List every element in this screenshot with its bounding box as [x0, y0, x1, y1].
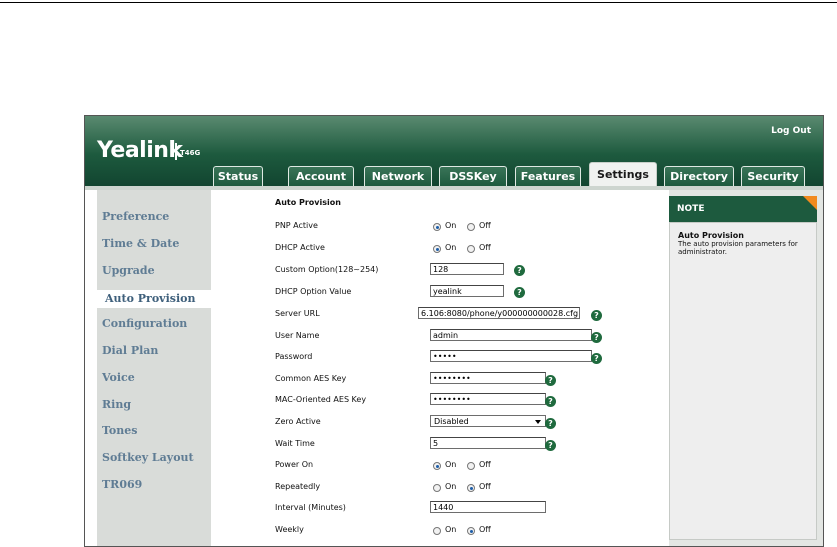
tab-account[interactable]: Account — [288, 166, 354, 186]
chevron-down-icon — [535, 420, 541, 424]
dhcp-option-value-help-icon[interactable]: ? — [514, 287, 525, 298]
model-label: T46G — [180, 149, 201, 157]
weekly-on-radio[interactable] — [433, 527, 441, 535]
power-on-on-label: On — [445, 460, 457, 469]
server-url-help-icon[interactable]: ? — [591, 310, 602, 321]
sidebar-item-dial-plan[interactable]: Dial Plan — [102, 344, 158, 357]
repeatedly-on-radio[interactable] — [433, 484, 441, 492]
sidebar-item-time-date[interactable]: Time & Date — [102, 237, 179, 250]
note-corner-flag — [803, 196, 817, 210]
weekly-off-radio[interactable] — [467, 527, 475, 535]
weekly-label: Weekly — [275, 525, 304, 534]
user-name-input[interactable]: admin — [430, 329, 592, 341]
zero-active-value: Disabled — [434, 417, 469, 426]
tab-directory[interactable]: Directory — [664, 166, 734, 186]
power-on-off-label: Off — [479, 460, 491, 469]
power-on-label: Power On — [275, 460, 314, 469]
sidebar-item-preference[interactable]: Preference — [102, 210, 169, 223]
header-bar: Yealink T46G Log Out Status Account Netw… — [85, 116, 823, 186]
note-body: Auto Provision The auto provision parame… — [669, 222, 817, 540]
weekly-off-label: Off — [479, 525, 491, 534]
note-header-label: NOTE — [677, 204, 705, 214]
sidebar-item-tr069[interactable]: TR069 — [102, 478, 142, 491]
note-title: Auto Provision — [678, 231, 744, 240]
logout-link[interactable]: Log Out — [771, 126, 811, 136]
wait-time-label: Wait Time — [275, 439, 315, 448]
interval-input[interactable]: 1440 — [430, 501, 546, 513]
tab-dsskey[interactable]: DSSKey — [439, 166, 507, 186]
tab-network[interactable]: Network — [364, 166, 432, 186]
common-aes-key-help-icon[interactable]: ? — [545, 375, 556, 386]
web-ui-window: Yealink T46G Log Out Status Account Netw… — [84, 115, 824, 547]
repeatedly-label: Repeatedly — [275, 482, 321, 491]
sidebar-item-upgrade[interactable]: Upgrade — [102, 264, 155, 277]
dhcp-option-value-label: DHCP Option Value — [275, 287, 352, 296]
settings-form: Auto Provision PNP Active On Off DHCP Ac… — [211, 190, 669, 546]
pnp-active-label: PNP Active — [275, 221, 318, 230]
pnp-active-on-label: On — [445, 221, 457, 230]
dhcp-active-off-radio[interactable] — [467, 245, 475, 253]
sidebar-item-voice[interactable]: Voice — [102, 371, 135, 384]
power-on-on-radio[interactable] — [433, 462, 441, 470]
dhcp-active-on-label: On — [445, 243, 457, 252]
page-top-rule — [0, 2, 837, 3]
pnp-active-on-radio[interactable] — [433, 223, 441, 231]
tab-status[interactable]: Status — [213, 166, 263, 186]
note-header: NOTE — [669, 196, 817, 222]
sidebar-item-tones[interactable]: Tones — [102, 424, 137, 437]
pnp-active-off-label: Off — [479, 221, 491, 230]
sidebar-item-auto-provision[interactable]: Auto Provision — [97, 290, 217, 308]
repeatedly-off-radio[interactable] — [467, 484, 475, 492]
custom-option-help-icon[interactable]: ? — [514, 265, 525, 276]
note-panel: NOTE Auto Provision The auto provision p… — [669, 190, 823, 546]
user-name-label: User Name — [275, 331, 320, 340]
password-input[interactable]: ••••• — [430, 350, 592, 362]
zero-active-help-icon[interactable]: ? — [545, 418, 556, 429]
mac-aes-key-help-icon[interactable]: ? — [545, 396, 556, 407]
server-url-label: Server URL — [275, 309, 320, 318]
tab-security[interactable]: Security — [741, 166, 805, 186]
tab-features[interactable]: Features — [515, 166, 581, 186]
sidebar: Preference Time & Date Upgrade Auto Prov… — [85, 190, 217, 546]
custom-option-input[interactable]: 128 — [430, 263, 504, 275]
sidebar-item-ring[interactable]: Ring — [102, 398, 131, 411]
pnp-active-off-radio[interactable] — [467, 223, 475, 231]
common-aes-key-label: Common AES Key — [275, 374, 347, 383]
dhcp-active-off-label: Off — [479, 243, 491, 252]
dhcp-active-label: DHCP Active — [275, 243, 325, 252]
mac-aes-key-input[interactable]: •••••••• — [430, 393, 546, 405]
logo-separator — [175, 143, 177, 160]
interval-label: Interval (Minutes) — [275, 503, 346, 512]
dhcp-active-on-radio[interactable] — [433, 245, 441, 253]
sidebar-item-configuration[interactable]: Configuration — [102, 317, 187, 330]
repeatedly-off-label: Off — [479, 482, 491, 491]
password-help-icon[interactable]: ? — [591, 353, 602, 364]
mac-aes-key-label: MAC-Oriented AES Key — [275, 395, 367, 404]
user-name-help-icon[interactable]: ? — [591, 332, 602, 343]
password-label: Password — [275, 352, 313, 361]
dhcp-option-value-input[interactable]: yealink — [430, 285, 504, 297]
wait-time-input[interactable]: 5 — [430, 437, 546, 449]
power-on-off-radio[interactable] — [467, 462, 475, 470]
yealink-logo: Yealink — [97, 138, 183, 163]
tab-settings[interactable]: Settings — [589, 162, 657, 186]
note-text: The auto provision parameters for admini… — [678, 240, 798, 256]
zero-active-select[interactable]: Disabled — [430, 415, 546, 427]
zero-active-label: Zero Active — [275, 417, 321, 426]
common-aes-key-input[interactable]: •••••••• — [430, 372, 546, 384]
repeatedly-on-label: On — [445, 482, 457, 491]
weekly-on-label: On — [445, 525, 457, 534]
wait-time-help-icon[interactable]: ? — [545, 440, 556, 451]
custom-option-label: Custom Option(128~254) — [275, 265, 379, 274]
section-title: Auto Provision — [275, 198, 341, 207]
server-url-input[interactable]: 6.106:8080/phone/y000000000028.cfg — [418, 307, 580, 319]
sidebar-item-softkey-layout[interactable]: Softkey Layout — [102, 451, 194, 464]
